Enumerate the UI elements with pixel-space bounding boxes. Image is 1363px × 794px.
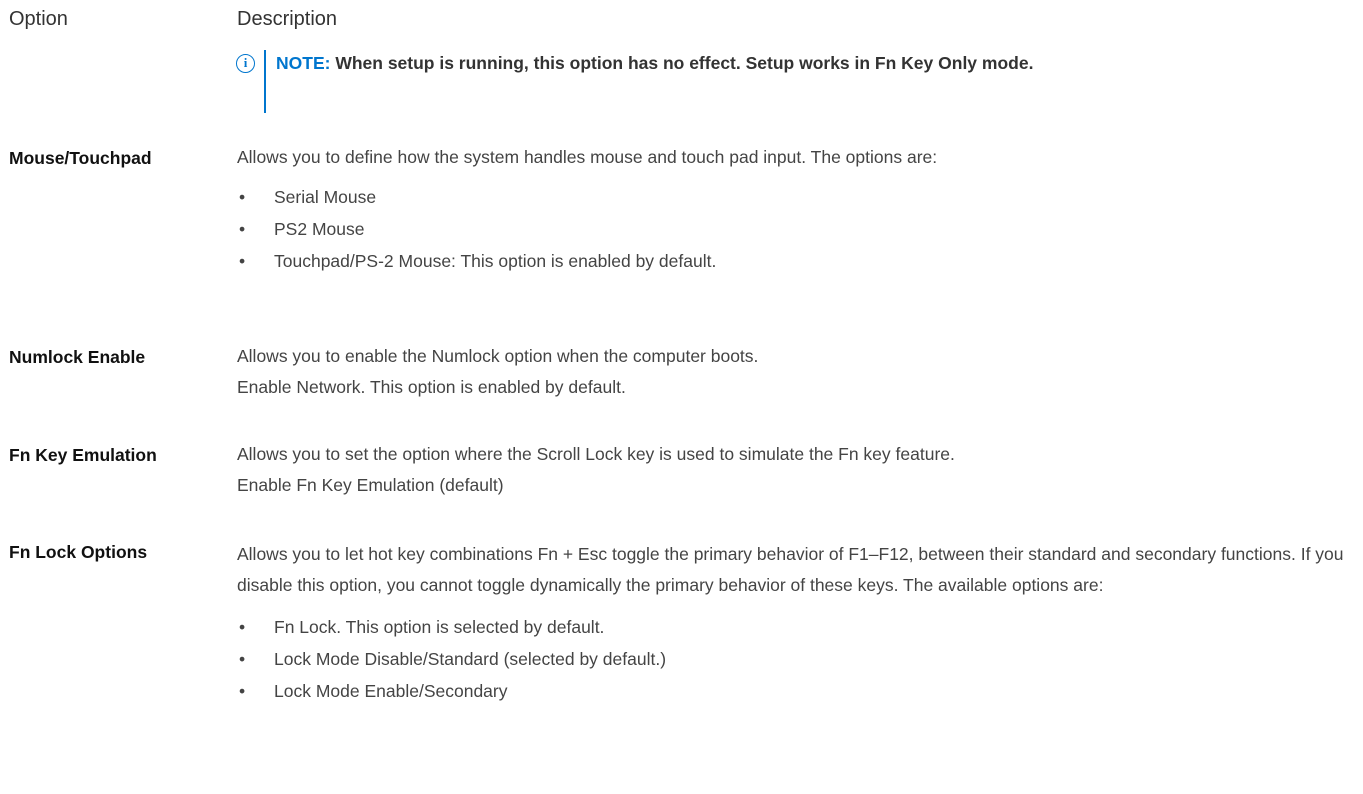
list-item-text: Fn Lock. This option is selected by defa… bbox=[274, 617, 605, 637]
list-item: • Fn Lock. This option is selected by def… bbox=[237, 611, 1352, 643]
list-item-text: Lock Mode Enable/Secondary bbox=[274, 681, 508, 701]
description-text: Enable Fn Key Emulation (default) bbox=[237, 475, 504, 495]
description-column-header: Description bbox=[237, 8, 338, 30]
option-column-header: Option bbox=[9, 8, 68, 30]
options-list: • Serial Mouse • PS2 Mouse • Touchpad/PS-2 … bbox=[237, 181, 1352, 277]
bullet-icon: • bbox=[239, 251, 246, 271]
list-item-text: PS2 Mouse bbox=[274, 219, 365, 239]
list-item-text: Serial Mouse bbox=[274, 187, 377, 207]
info-icon: i bbox=[236, 54, 255, 73]
description-text: Allows you to enable the Numlock option … bbox=[237, 346, 759, 366]
description-text: Allows you to let hot key combinations F… bbox=[237, 544, 1344, 595]
bullet-icon: • bbox=[239, 187, 246, 207]
list-item-text: Lock Mode Disable/Standard (selected by … bbox=[274, 649, 667, 669]
list-item-text: Touchpad/PS-2 Mouse: This option is enab… bbox=[274, 251, 717, 271]
note-divider bbox=[264, 50, 266, 113]
note-callout: i NOTE: When setup is running, this opti… bbox=[236, 49, 1036, 113]
option-name: Mouse/Touchpad bbox=[9, 148, 152, 168]
list-item: • Lock Mode Enable/Secondary bbox=[237, 675, 1352, 707]
option-name: Fn Key Emulation bbox=[9, 445, 157, 465]
list-item: • PS2 Mouse bbox=[237, 213, 1352, 245]
option-description: Allows you to set the option where the S… bbox=[237, 439, 1352, 501]
description-text: Allows you to define how the system hand… bbox=[237, 147, 938, 167]
bullet-icon: • bbox=[239, 649, 246, 669]
description-text: Enable Network. This option is enabled b… bbox=[237, 377, 626, 397]
description-text: Allows you to set the option where the S… bbox=[237, 444, 955, 464]
options-list: • Fn Lock. This option is selected by def… bbox=[237, 611, 1352, 707]
bullet-icon: • bbox=[239, 617, 246, 637]
note-text: NOTE: When setup is running, this option… bbox=[276, 49, 1036, 78]
option-description: Allows you to enable the Numlock option … bbox=[237, 341, 1352, 403]
list-item: • Lock Mode Disable/Standard (selected by… bbox=[237, 643, 1352, 675]
bullet-icon: • bbox=[239, 219, 246, 239]
note-body: When setup is running, this option has n… bbox=[335, 53, 1034, 73]
option-description: Allows you to define how the system hand… bbox=[237, 142, 1352, 277]
option-description: Allows you to let hot key combinations F… bbox=[237, 539, 1352, 707]
list-item: • Touchpad/PS-2 Mouse: This option is ena… bbox=[237, 245, 1352, 277]
note-label: NOTE: bbox=[276, 53, 331, 73]
option-name: Fn Lock Options bbox=[9, 542, 148, 562]
bullet-icon: • bbox=[239, 681, 246, 701]
option-name: Numlock Enable bbox=[9, 347, 146, 367]
list-item: • Serial Mouse bbox=[237, 181, 1352, 213]
